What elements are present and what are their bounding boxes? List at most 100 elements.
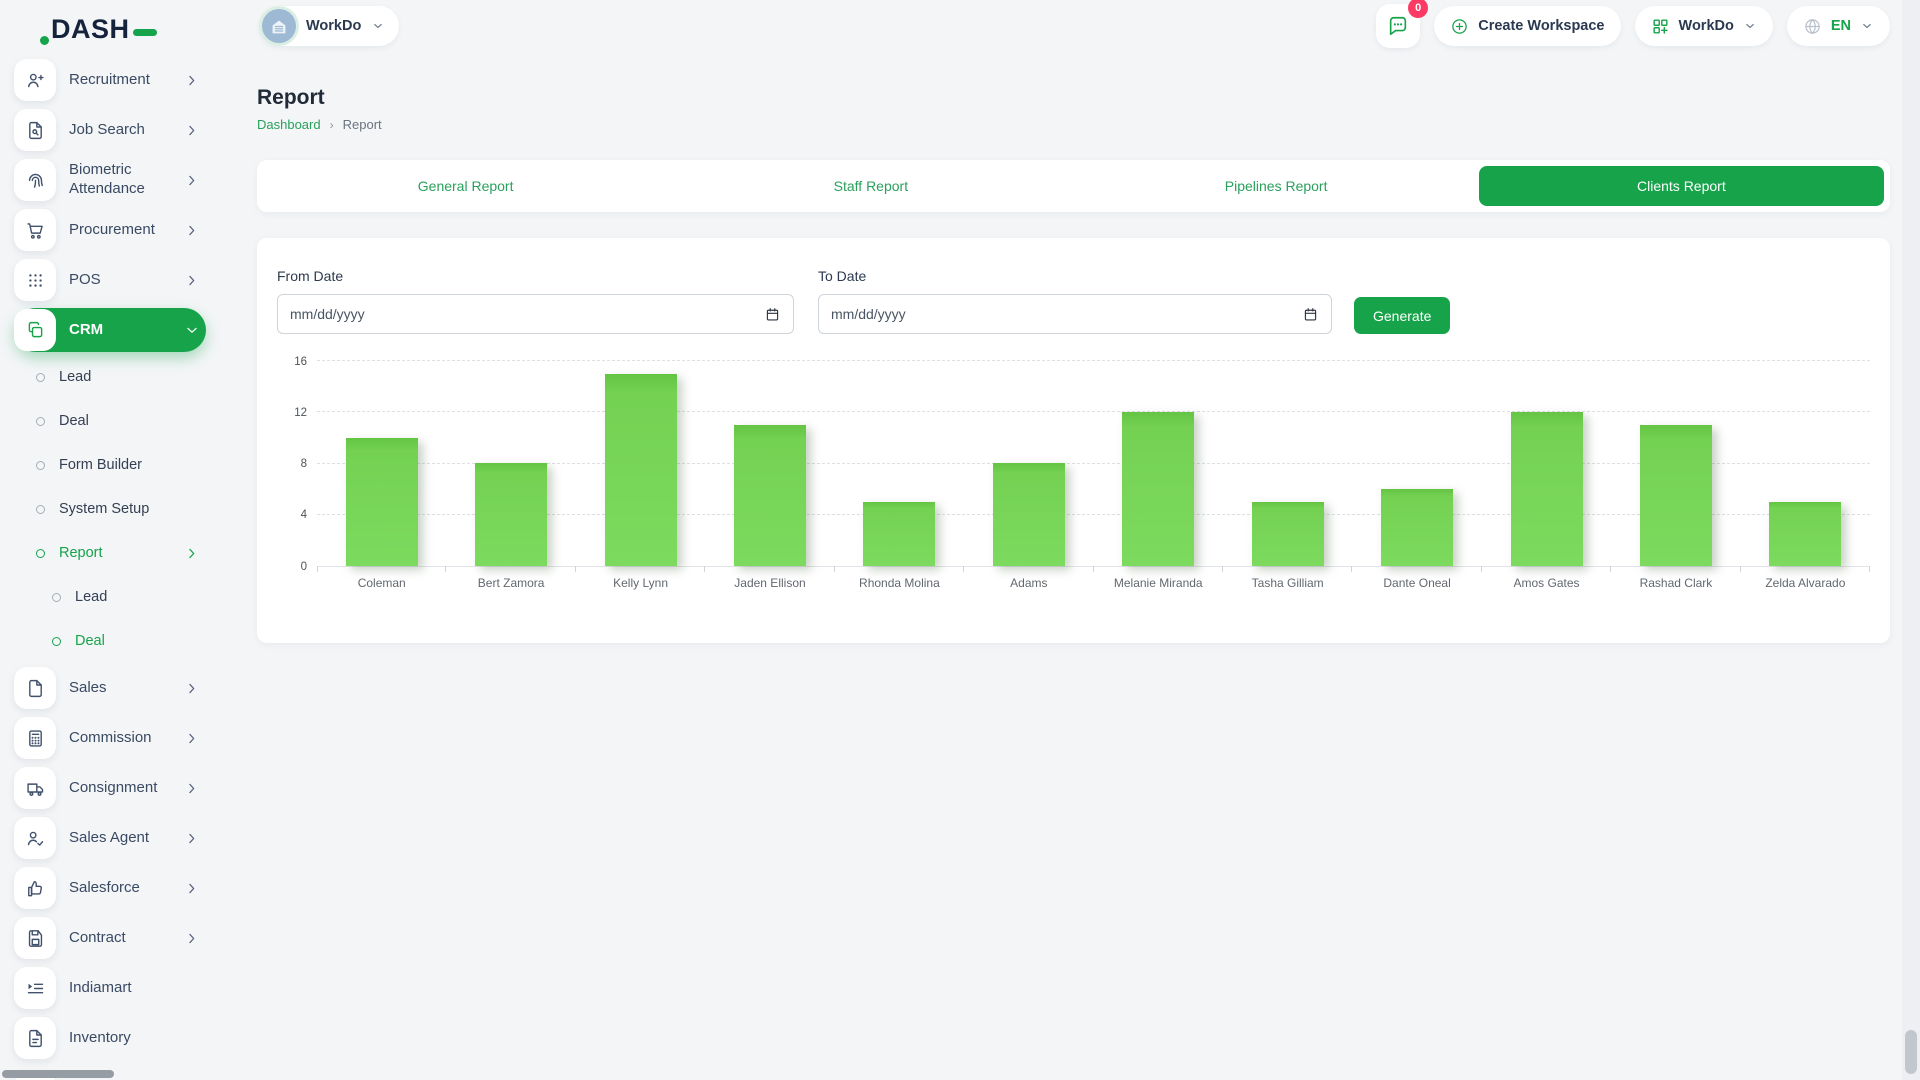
sidebar: DASH Recruitment Job Search Biometric Atte… <box>0 0 220 1080</box>
to-date-field[interactable] <box>818 294 1332 334</box>
bar-jaden-ellison[interactable] <box>734 425 806 566</box>
axis-tick <box>1351 566 1352 572</box>
chevron-right-icon <box>184 123 200 138</box>
sidebar-subitem-label: Report <box>59 545 184 561</box>
sidebar-item-sales[interactable]: Sales <box>14 666 206 710</box>
sidebar-subitem-label: Lead <box>59 369 206 385</box>
bar-amos-gates[interactable] <box>1511 412 1583 566</box>
sidebar-subitem-label: Deal <box>75 633 206 649</box>
sidebar-subitem-deal[interactable]: Deal <box>14 622 206 660</box>
bar-kelly-lynn[interactable] <box>605 374 677 566</box>
sidebar-item-label: POS <box>69 271 184 290</box>
sidebar-subitem-label: System Setup <box>59 501 206 517</box>
sidebar-item-job-search[interactable]: Job Search <box>14 108 206 152</box>
sidebar-item-label: Sales <box>69 679 184 698</box>
sidebar-subitem-form-builder[interactable]: Form Builder <box>14 446 206 484</box>
sidebar-subitem-report[interactable]: Report <box>14 534 206 572</box>
calendar-icon[interactable] <box>764 306 781 323</box>
breadcrumb-separator-icon: › <box>330 118 334 132</box>
from-date-input[interactable] <box>290 306 764 322</box>
tab-general-report[interactable]: General Report <box>263 166 668 206</box>
chevron-right-icon <box>184 931 200 946</box>
x-axis-category-label: Amos Gates <box>1482 576 1611 590</box>
app-logo[interactable]: DASH <box>14 0 206 58</box>
filter-form: From Date To Date Generate <box>277 268 1870 334</box>
sidebar-item-label: Sales Agent <box>69 829 184 848</box>
chart-plot-area: ColemanBert ZamoraKelly LynnJaden Elliso… <box>317 362 1870 567</box>
sidebar-subitem-label: Lead <box>75 589 206 605</box>
sidebar-subitem-lead[interactable]: Lead <box>14 358 206 396</box>
sidebar-item-indiamart[interactable]: Indiamart <box>14 966 206 1010</box>
sidebar-subitem-system-setup[interactable]: System Setup <box>14 490 206 528</box>
generate-button[interactable]: Generate <box>1354 297 1450 334</box>
page-title: Report <box>257 86 1890 110</box>
to-date-input[interactable] <box>831 306 1302 322</box>
sidebar-item-inventory[interactable]: Inventory <box>14 1016 206 1060</box>
chart-slot: Coleman <box>317 362 446 566</box>
clients-bar-chart: 0481216 ColemanBert ZamoraKelly LynnJade… <box>277 362 1870 567</box>
tab-staff-report[interactable]: Staff Report <box>668 166 1073 206</box>
sidebar-item-biometric-attendance[interactable]: Biometric Attendance <box>14 158 206 202</box>
bullet-icon <box>52 593 61 602</box>
sidebar-item-contract[interactable]: Contract <box>14 916 206 960</box>
bullet-icon <box>36 417 45 426</box>
chart-y-axis: 0481216 <box>277 362 317 567</box>
bar-dante-oneal[interactable] <box>1381 489 1453 566</box>
sidebar-subitem-label: Form Builder <box>59 457 206 473</box>
bar-adams[interactable] <box>993 463 1065 566</box>
sidebar-subitem-lead[interactable]: Lead <box>14 578 206 616</box>
from-date-field[interactable] <box>277 294 794 334</box>
sidebar-item-consignment[interactable]: Consignment <box>14 766 206 810</box>
calculator-icon <box>14 717 56 759</box>
tab-pipelines-report[interactable]: Pipelines Report <box>1074 166 1479 206</box>
y-axis-tick-label: 4 <box>301 510 307 522</box>
sidebar-item-sales-agent[interactable]: Sales Agent <box>14 816 206 860</box>
chart-slot: Rhonda Molina <box>835 362 964 566</box>
sidebar-item-label: CRM <box>69 321 184 340</box>
x-axis-category-label: Zelda Alvarado <box>1741 576 1870 590</box>
bar-melanie-miranda[interactable] <box>1122 412 1194 566</box>
bar-tasha-gilliam[interactable] <box>1252 502 1324 566</box>
bar-rhonda-molina[interactable] <box>863 502 935 566</box>
save-icon <box>14 917 56 959</box>
chevron-down-icon <box>185 322 200 338</box>
sidebar-item-label: Recruitment <box>69 71 184 90</box>
sidebar-item-pos[interactable]: POS <box>14 258 206 302</box>
calendar-icon[interactable] <box>1302 306 1319 323</box>
sidebar-item-label: Salesforce <box>69 879 184 898</box>
sidebar-item-label: Biometric Attendance <box>69 161 184 199</box>
bullet-icon <box>52 637 61 646</box>
bar-zelda-alvarado[interactable] <box>1769 502 1841 566</box>
sidebar-item-label: Job Search <box>69 121 184 140</box>
horizontal-scrollbar-thumb[interactable] <box>2 1070 114 1078</box>
user-plus-icon <box>14 59 56 101</box>
sidebar-subitem-label: Deal <box>59 413 206 429</box>
chart-slot: Bert Zamora <box>446 362 575 566</box>
bar-coleman[interactable] <box>346 438 418 566</box>
breadcrumb-dashboard-link[interactable]: Dashboard <box>257 117 321 132</box>
sidebar-item-commission[interactable]: Commission <box>14 716 206 760</box>
vertical-scrollbar[interactable] <box>1902 0 1920 1080</box>
logo-dash-icon <box>133 29 157 36</box>
bullet-icon <box>36 549 45 558</box>
logo-dot-icon <box>40 36 49 45</box>
sidebar-item-procurement[interactable]: Procurement <box>14 208 206 252</box>
tab-clients-report[interactable]: Clients Report <box>1479 166 1884 206</box>
sidebar-item-salesforce[interactable]: Salesforce <box>14 866 206 910</box>
vertical-scrollbar-thumb[interactable] <box>1905 1030 1917 1074</box>
bullet-icon <box>36 373 45 382</box>
chart-slot: Zelda Alvarado <box>1741 362 1870 566</box>
copy-icon <box>14 309 56 351</box>
axis-tick <box>1481 566 1482 572</box>
axis-tick <box>317 566 318 572</box>
axis-tick <box>445 566 446 572</box>
axis-tick <box>575 566 576 572</box>
document-search-icon <box>14 109 56 151</box>
sidebar-item-recruitment[interactable]: Recruitment <box>14 58 206 102</box>
bar-bert-zamora[interactable] <box>475 463 547 566</box>
chart-slot: Kelly Lynn <box>576 362 705 566</box>
y-axis-tick-label: 8 <box>301 459 307 471</box>
sidebar-item-crm[interactable]: CRM <box>14 308 206 352</box>
sidebar-subitem-deal[interactable]: Deal <box>14 402 206 440</box>
bar-rashad-clark[interactable] <box>1640 425 1712 566</box>
